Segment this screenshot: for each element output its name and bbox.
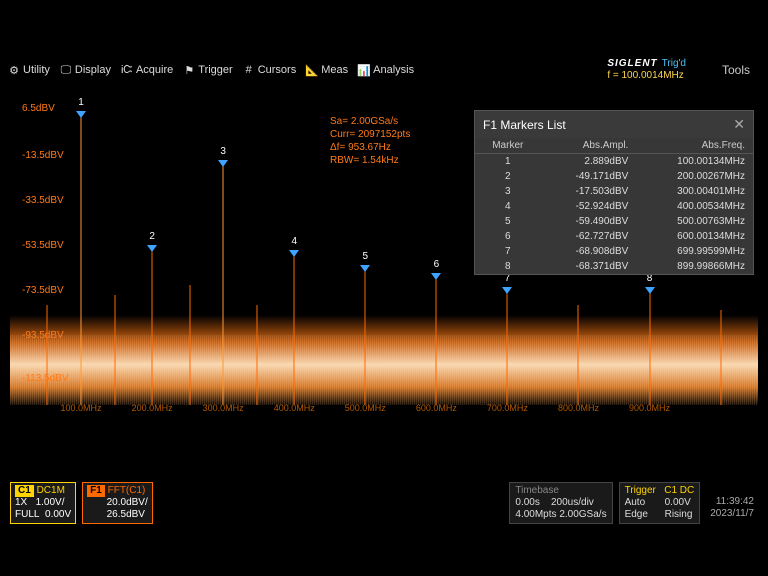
peak-6 — [436, 278, 437, 405]
table-row: 8-68.371dBV899.99866MHz — [475, 259, 753, 274]
gear-icon: ⚙ — [8, 64, 20, 76]
timebase-box[interactable]: Timebase 0.00s 200us/div 4.00Mpts 2.00GS… — [509, 482, 612, 524]
table-row: 5-59.490dBV500.00763MHz — [475, 214, 753, 229]
display-icon: 🖵 — [60, 64, 72, 76]
close-icon[interactable]: ✕ — [733, 116, 745, 133]
peak-800 — [578, 305, 579, 405]
acquire-icon: ᎥᏨ — [121, 64, 133, 76]
menubar: ⚙Utility 🖵Display ᎥᏨAcquire ⚑Trigger #Cu… — [0, 55, 768, 85]
brand-status: SIGLENTTrig'd f = 100.0014MHz — [607, 58, 692, 82]
peak-4 — [294, 255, 295, 405]
marker-3[interactable]: 3 — [218, 160, 228, 167]
peak-1 — [81, 115, 82, 405]
peak-1000 — [720, 310, 721, 405]
markers-table: MarkerAbs.Ampl.Abs.Freq. 12.889dBV100.00… — [475, 138, 753, 274]
marker-6[interactable]: 6 — [431, 273, 441, 280]
clock-box: 11:39:422023/11/7 — [706, 482, 758, 524]
cursors-icon: # — [243, 64, 255, 76]
peak-5 — [365, 270, 366, 405]
ruler-icon: 📐 — [306, 64, 318, 76]
menu-acquire[interactable]: ᎥᏨAcquire — [121, 64, 173, 76]
marker-4[interactable]: 4 — [289, 250, 299, 257]
table-row: 4-52.924dBV400.00534MHz — [475, 199, 753, 214]
menu-display[interactable]: 🖵Display — [60, 64, 111, 76]
menu-cursors[interactable]: #Cursors — [243, 64, 297, 76]
table-row: 12.889dBV100.00134MHz — [475, 154, 753, 170]
marker-5[interactable]: 5 — [360, 265, 370, 272]
menu-meas[interactable]: 📐Meas — [306, 64, 348, 76]
table-row: 6-62.727dBV600.00134MHz — [475, 229, 753, 244]
analysis-icon: 📊 — [358, 64, 370, 76]
menu-tools[interactable]: Tools — [722, 63, 750, 77]
marker-7[interactable]: 7 — [502, 287, 512, 294]
channel-c1-box[interactable]: C1 DC1M 1X 1.00V/ FULL 0.00V — [10, 482, 76, 524]
marker-8[interactable]: 8 — [645, 287, 655, 294]
bottom-bar: C1 DC1M 1X 1.00V/ FULL 0.00V F1 FFT(C1) … — [10, 482, 758, 524]
marker-2[interactable]: 2 — [147, 245, 157, 252]
table-row: 2-49.171dBV200.00267MHz — [475, 169, 753, 184]
menu-utility[interactable]: ⚙Utility — [8, 64, 50, 76]
fft-info: Sa= 2.00GSa/s Curr= 2097152pts Δf= 953.6… — [330, 115, 410, 167]
menu-trigger[interactable]: ⚑Trigger — [183, 64, 232, 76]
channel-f1-box[interactable]: F1 FFT(C1) 20.0dBV/ 26.5dBV — [82, 482, 153, 524]
trigger-box[interactable]: Trigger C1 DC Auto 0.00V Edge Rising — [619, 482, 701, 524]
menu-analysis[interactable]: 📊Analysis — [358, 64, 414, 76]
peak-3 — [223, 165, 224, 405]
peak-8 — [649, 290, 650, 405]
table-row: 3-17.503dBV300.00401MHz — [475, 184, 753, 199]
peak-7 — [507, 290, 508, 405]
markers-list-panel[interactable]: F1 Markers List ✕ MarkerAbs.Ampl.Abs.Fre… — [474, 110, 754, 275]
table-row: 7-68.908dBV699.99599MHz — [475, 244, 753, 259]
marker-1[interactable]: 1 — [76, 111, 86, 118]
flag-icon: ⚑ — [183, 64, 195, 76]
peak-2 — [152, 250, 153, 405]
panel-title: F1 Markers List — [483, 118, 566, 132]
